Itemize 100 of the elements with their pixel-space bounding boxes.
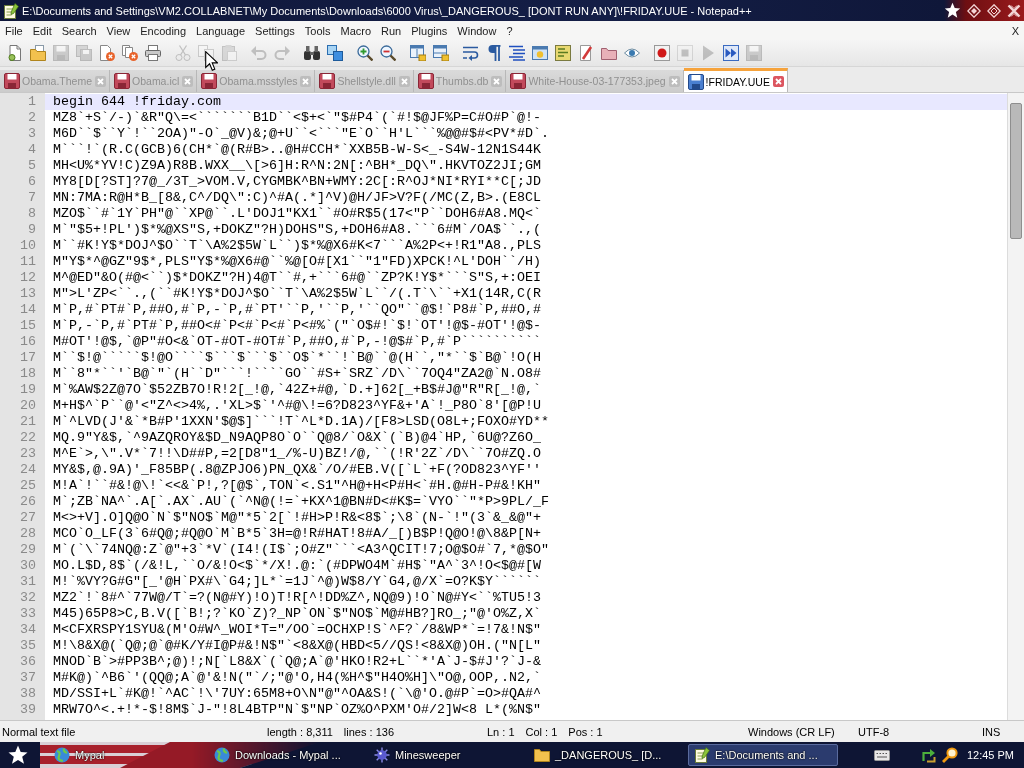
new-document-icon[interactable] xyxy=(6,45,23,61)
line-number: 9 xyxy=(28,222,36,237)
code-line: M<>+V].O]Q@O`N`$"NO$`M@"*5`2[`!#H>P!R&<8$`;\8`(N-`!"(3`&_&@"+ xyxy=(53,510,541,525)
cursor-position-text: Ln : 1 xyxy=(487,725,515,738)
code-line: MD/SSI+L`#K@!`^AC`!\'7UY:65M8+O\N"@"^OA&S!(`\@'O.@#P`=O>#QA#^ xyxy=(53,686,541,701)
arrows-icon[interactable] xyxy=(920,747,937,763)
minimize-button[interactable] xyxy=(966,3,981,18)
taskbar-button[interactable]: Downloads - Mypal ... xyxy=(208,744,358,766)
line-number: 15 xyxy=(20,318,36,333)
window-title: E:\Documents and Settings\VM2.COLLABNET\My Documents\Downloads\6000 Virus\_DANGEROUS_ [DONT RUN ANY]\!FRIDAY.UUE - Notepad++ xyxy=(22,4,752,17)
code-line: M^@ED"&O(#@<``)$*DOKZ"?H)4@T``#,+```6#@``ZP?K!Y$*```S"S,+:OEI xyxy=(53,270,541,285)
search-icon[interactable] xyxy=(941,747,958,763)
line-number: 37 xyxy=(20,670,36,685)
window-icon[interactable] xyxy=(531,45,548,61)
code-line: MN:7MA:R@H*B_[8&,C^/DQ\":C)^#A(.*]^V)@H/JF>V?F(/MC(Z,B>.(E8CL xyxy=(53,190,541,205)
code-line: M">L'ZP<``.,(``#K!Y$*DOJ^$O``T`\A%2$5W`L``/(.T`\``+X1(14R,C(R xyxy=(53,286,541,301)
menu-item[interactable]: Edit xyxy=(27,24,57,37)
close-button[interactable] xyxy=(1006,3,1021,18)
line-number: 33 xyxy=(20,606,36,621)
menu-item[interactable]: Search xyxy=(56,24,102,37)
code-line: M``$!@`````$!@O````$```$```$``O$`*``!`B@``@(H``,"*``$`B@`!O(H xyxy=(53,350,541,365)
code-line: M`"$5+!PL')$*%@XS"S,+DOKZ"?H)DOHS"S,+DOH6#A8.```6#M`/OA$``.,( xyxy=(53,222,541,237)
menu-item[interactable]: Settings xyxy=(250,24,300,37)
taskbar-button[interactable]: Minesweeper xyxy=(368,744,518,766)
close-icon[interactable] xyxy=(772,76,784,87)
close-documents-icon[interactable] xyxy=(121,45,138,61)
binoculars-icon[interactable] xyxy=(303,45,320,61)
note-icon[interactable] xyxy=(554,45,571,61)
menu-item[interactable]: Window xyxy=(452,24,502,37)
line-number: 14 xyxy=(20,302,36,317)
line-number: 6 xyxy=(28,174,36,189)
line-number: 18 xyxy=(20,366,36,381)
line-number: 21 xyxy=(20,414,36,429)
notepad-icon xyxy=(694,747,710,763)
scrollbar-thumb[interactable] xyxy=(1010,103,1022,239)
menu-item[interactable]: ? xyxy=(501,24,518,37)
line-number: 4 xyxy=(28,142,36,157)
window-icon[interactable] xyxy=(409,45,426,61)
menu-item[interactable]: Encoding xyxy=(135,24,192,37)
diamond-icon xyxy=(986,3,1001,18)
notepad-icon xyxy=(3,2,19,19)
eye-icon[interactable] xyxy=(623,45,640,61)
line-number: 30 xyxy=(20,558,36,573)
line-number: 26 xyxy=(20,494,36,509)
taskbar-button[interactable]: _DANGEROUS_ [D... xyxy=(528,744,678,766)
zoom-in-icon[interactable] xyxy=(356,45,373,61)
code-line: M`^LVD(J'&`*B#P'1XXN'$@$]```!T`^L*D.1A)/[F8>LSD(O8L+;FOXO#YD** xyxy=(53,414,549,429)
line-number: 38 xyxy=(20,686,36,701)
folder-icon[interactable] xyxy=(29,45,46,61)
vertical-scrollbar[interactable] xyxy=(1007,93,1024,720)
code-line: M!\8&X@(`Q@;@`@#K/Y#I@P#&!N$"`<8&X@(HBD<5//QS!<8&X@)OH.("N[L" xyxy=(53,638,541,653)
menu-item[interactable]: Language xyxy=(191,24,251,37)
window-icon[interactable] xyxy=(432,45,449,61)
encoding-text: UTF-8 xyxy=(858,725,890,738)
maximize-button[interactable] xyxy=(986,3,1001,18)
line-number: 22 xyxy=(20,430,36,445)
taskbar-button[interactable]: Mypal xyxy=(48,744,198,766)
cursor-position-text: Col : 1 xyxy=(525,725,558,738)
folder-icon xyxy=(534,747,550,763)
folder-icon[interactable] xyxy=(600,45,617,61)
line-number: 10 xyxy=(20,238,36,253)
globe-icon xyxy=(54,747,70,763)
code-line: MH<U%*YV!C)Z9A)R8B.WXX__\[>6]H:R^N:2N[:^BH*_DQ\".HKVTOZ2JI;GM xyxy=(53,158,541,173)
line-number: 3 xyxy=(28,126,36,141)
menu-item[interactable]: Tools xyxy=(299,24,336,37)
menu-item[interactable]: Macro xyxy=(335,24,377,37)
word-wrap-icon[interactable] xyxy=(462,45,479,61)
line-number: 35 xyxy=(20,638,36,653)
zoom-out-icon[interactable] xyxy=(379,45,396,61)
menu-item[interactable]: View xyxy=(101,24,136,37)
line-number: 12 xyxy=(20,270,36,285)
record-icon[interactable] xyxy=(653,45,670,61)
menu-item[interactable]: Plugins xyxy=(406,24,453,37)
code-line: MZ8`+S`/-)`&R"Q\=<```````B1D``<$+<`"$#P4`(`#!$@JF%P=C#O#P`@!- xyxy=(53,110,541,125)
overlapping-squares-icon[interactable] xyxy=(326,45,343,61)
tab[interactable]: !FRIDAY.UUE xyxy=(683,68,788,92)
printer-icon[interactable] xyxy=(144,45,161,61)
file-type-text: Normal text file xyxy=(2,725,76,738)
line-number: 39 xyxy=(20,702,36,717)
globe-icon xyxy=(214,747,230,763)
line-number: 13 xyxy=(20,286,36,301)
code-line: M`P,-`P,#`PT#`P,##O<#`P<#`P<#`P<#%`("`O$#!`$!`OT'!@$-#OT'!@$- xyxy=(53,318,541,333)
line-number: 2 xyxy=(28,110,36,125)
menu-item[interactable]: File xyxy=(0,24,28,37)
line-ending-text: Windows (CR LF) xyxy=(748,725,835,738)
menu-item[interactable]: Run xyxy=(376,24,407,37)
cursor-position-text: Pos : 1 xyxy=(568,725,603,738)
code-line: MRW7O^<.+!*-$!8M$`J-"!8L4BTP"N`$"NP`OZ%O^PXM'O#/2]W<8 L*(%N$" xyxy=(53,702,541,717)
fast-forward-icon[interactable] xyxy=(722,45,739,61)
close-document-button[interactable]: X xyxy=(1011,24,1019,37)
code-line: M45)65P8>C,B.V([`B!;?`KO`Z)?_NP`ON`$"NO$`M@#HB?]RO_;"@'O%Z,X` xyxy=(53,606,541,621)
taskbar-button[interactable]: E:\Documents and ... xyxy=(688,744,838,766)
line-number: 16 xyxy=(20,334,36,349)
star-icon xyxy=(944,2,961,19)
keyboard-icon[interactable] xyxy=(873,749,890,761)
line-number: 20 xyxy=(20,398,36,413)
code-line: M#K@)`^B6`'(QQ@;A`@'&!N("`/;"@'O,H4(%H^$"H4O%H]\"O@,OOP,.N2,` xyxy=(53,670,541,685)
indent-lines-icon[interactable] xyxy=(508,45,525,61)
close-document-icon[interactable] xyxy=(98,45,115,61)
code-line: MY&$,@.9A)'_F85BP(.8@ZPJO6)PN_QX&`/O/#EB.V([`L`+F(?OD823^YF'' xyxy=(53,462,541,477)
